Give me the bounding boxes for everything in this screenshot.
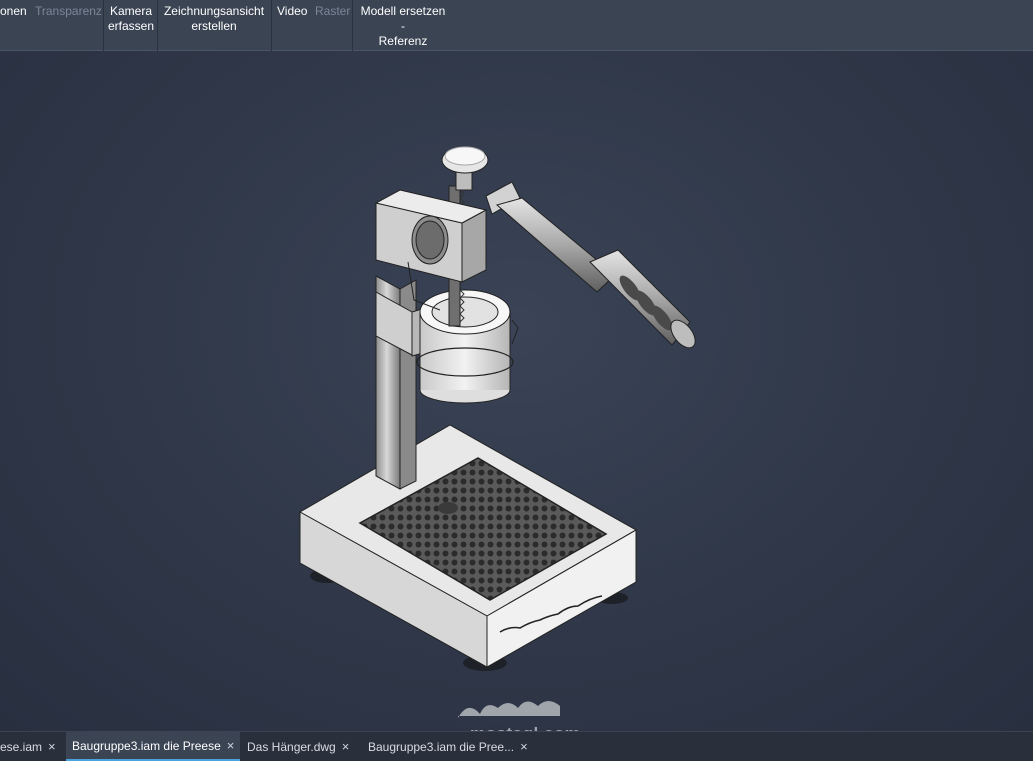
close-icon[interactable]: × bbox=[227, 738, 235, 753]
tab-das-haenger-dwg[interactable]: Das Hänger.dwg × bbox=[241, 732, 355, 761]
close-icon[interactable]: × bbox=[520, 739, 528, 754]
3d-viewport[interactable] bbox=[0, 51, 1033, 731]
ribbon-button-transparenz[interactable]: Transparenz bbox=[35, 4, 102, 19]
ribbon-button-kamera-erfassen[interactable]: Kamera erfassen bbox=[108, 4, 154, 34]
top-knob[interactable] bbox=[441, 146, 489, 191]
tab-label: Baugruppe3.iam die Pree... bbox=[368, 739, 515, 754]
ribbon-button-positionen[interactable]: onen bbox=[0, 4, 27, 19]
tab-label: Baugruppe3.iam die Preese bbox=[72, 738, 221, 753]
ribbon-separator bbox=[271, 0, 272, 51]
ribbon-separator bbox=[352, 0, 353, 51]
tab-ese-iam[interactable]: ese.iam × bbox=[0, 732, 62, 761]
tab-baugruppe3-pree[interactable]: Baugruppe3.iam die Pree... × bbox=[362, 732, 534, 761]
close-icon[interactable]: × bbox=[48, 739, 56, 754]
ribbon-button-video[interactable]: Video bbox=[277, 4, 307, 19]
ribbon-button-zeichnungsansicht-erstellen[interactable]: Zeichnungsansicht erstellen bbox=[162, 4, 266, 34]
tab-baugruppe3-preese[interactable]: Baugruppe3.iam die Preese × bbox=[66, 732, 241, 761]
press-assembly-model[interactable] bbox=[0, 51, 1033, 731]
ribbon-button-raster[interactable]: Raster bbox=[315, 4, 350, 19]
document-tab-bar: ese.iam × Baugruppe3.iam die Preese × Da… bbox=[0, 731, 1033, 761]
tab-label: Das Hänger.dwg bbox=[247, 739, 336, 754]
ribbon-toolbar: onen Transparenz Kamera erfassen Zeichnu… bbox=[0, 0, 1033, 51]
base-block bbox=[298, 424, 638, 668]
ribbon-button-modell-ersetzen[interactable]: Modell ersetzen - Referenz bbox=[357, 4, 449, 49]
close-icon[interactable]: × bbox=[342, 739, 350, 754]
ribbon-separator bbox=[103, 0, 104, 51]
ribbon-separator bbox=[157, 0, 158, 51]
lever-handle[interactable] bbox=[485, 181, 700, 352]
tab-label: ese.iam bbox=[0, 739, 43, 754]
